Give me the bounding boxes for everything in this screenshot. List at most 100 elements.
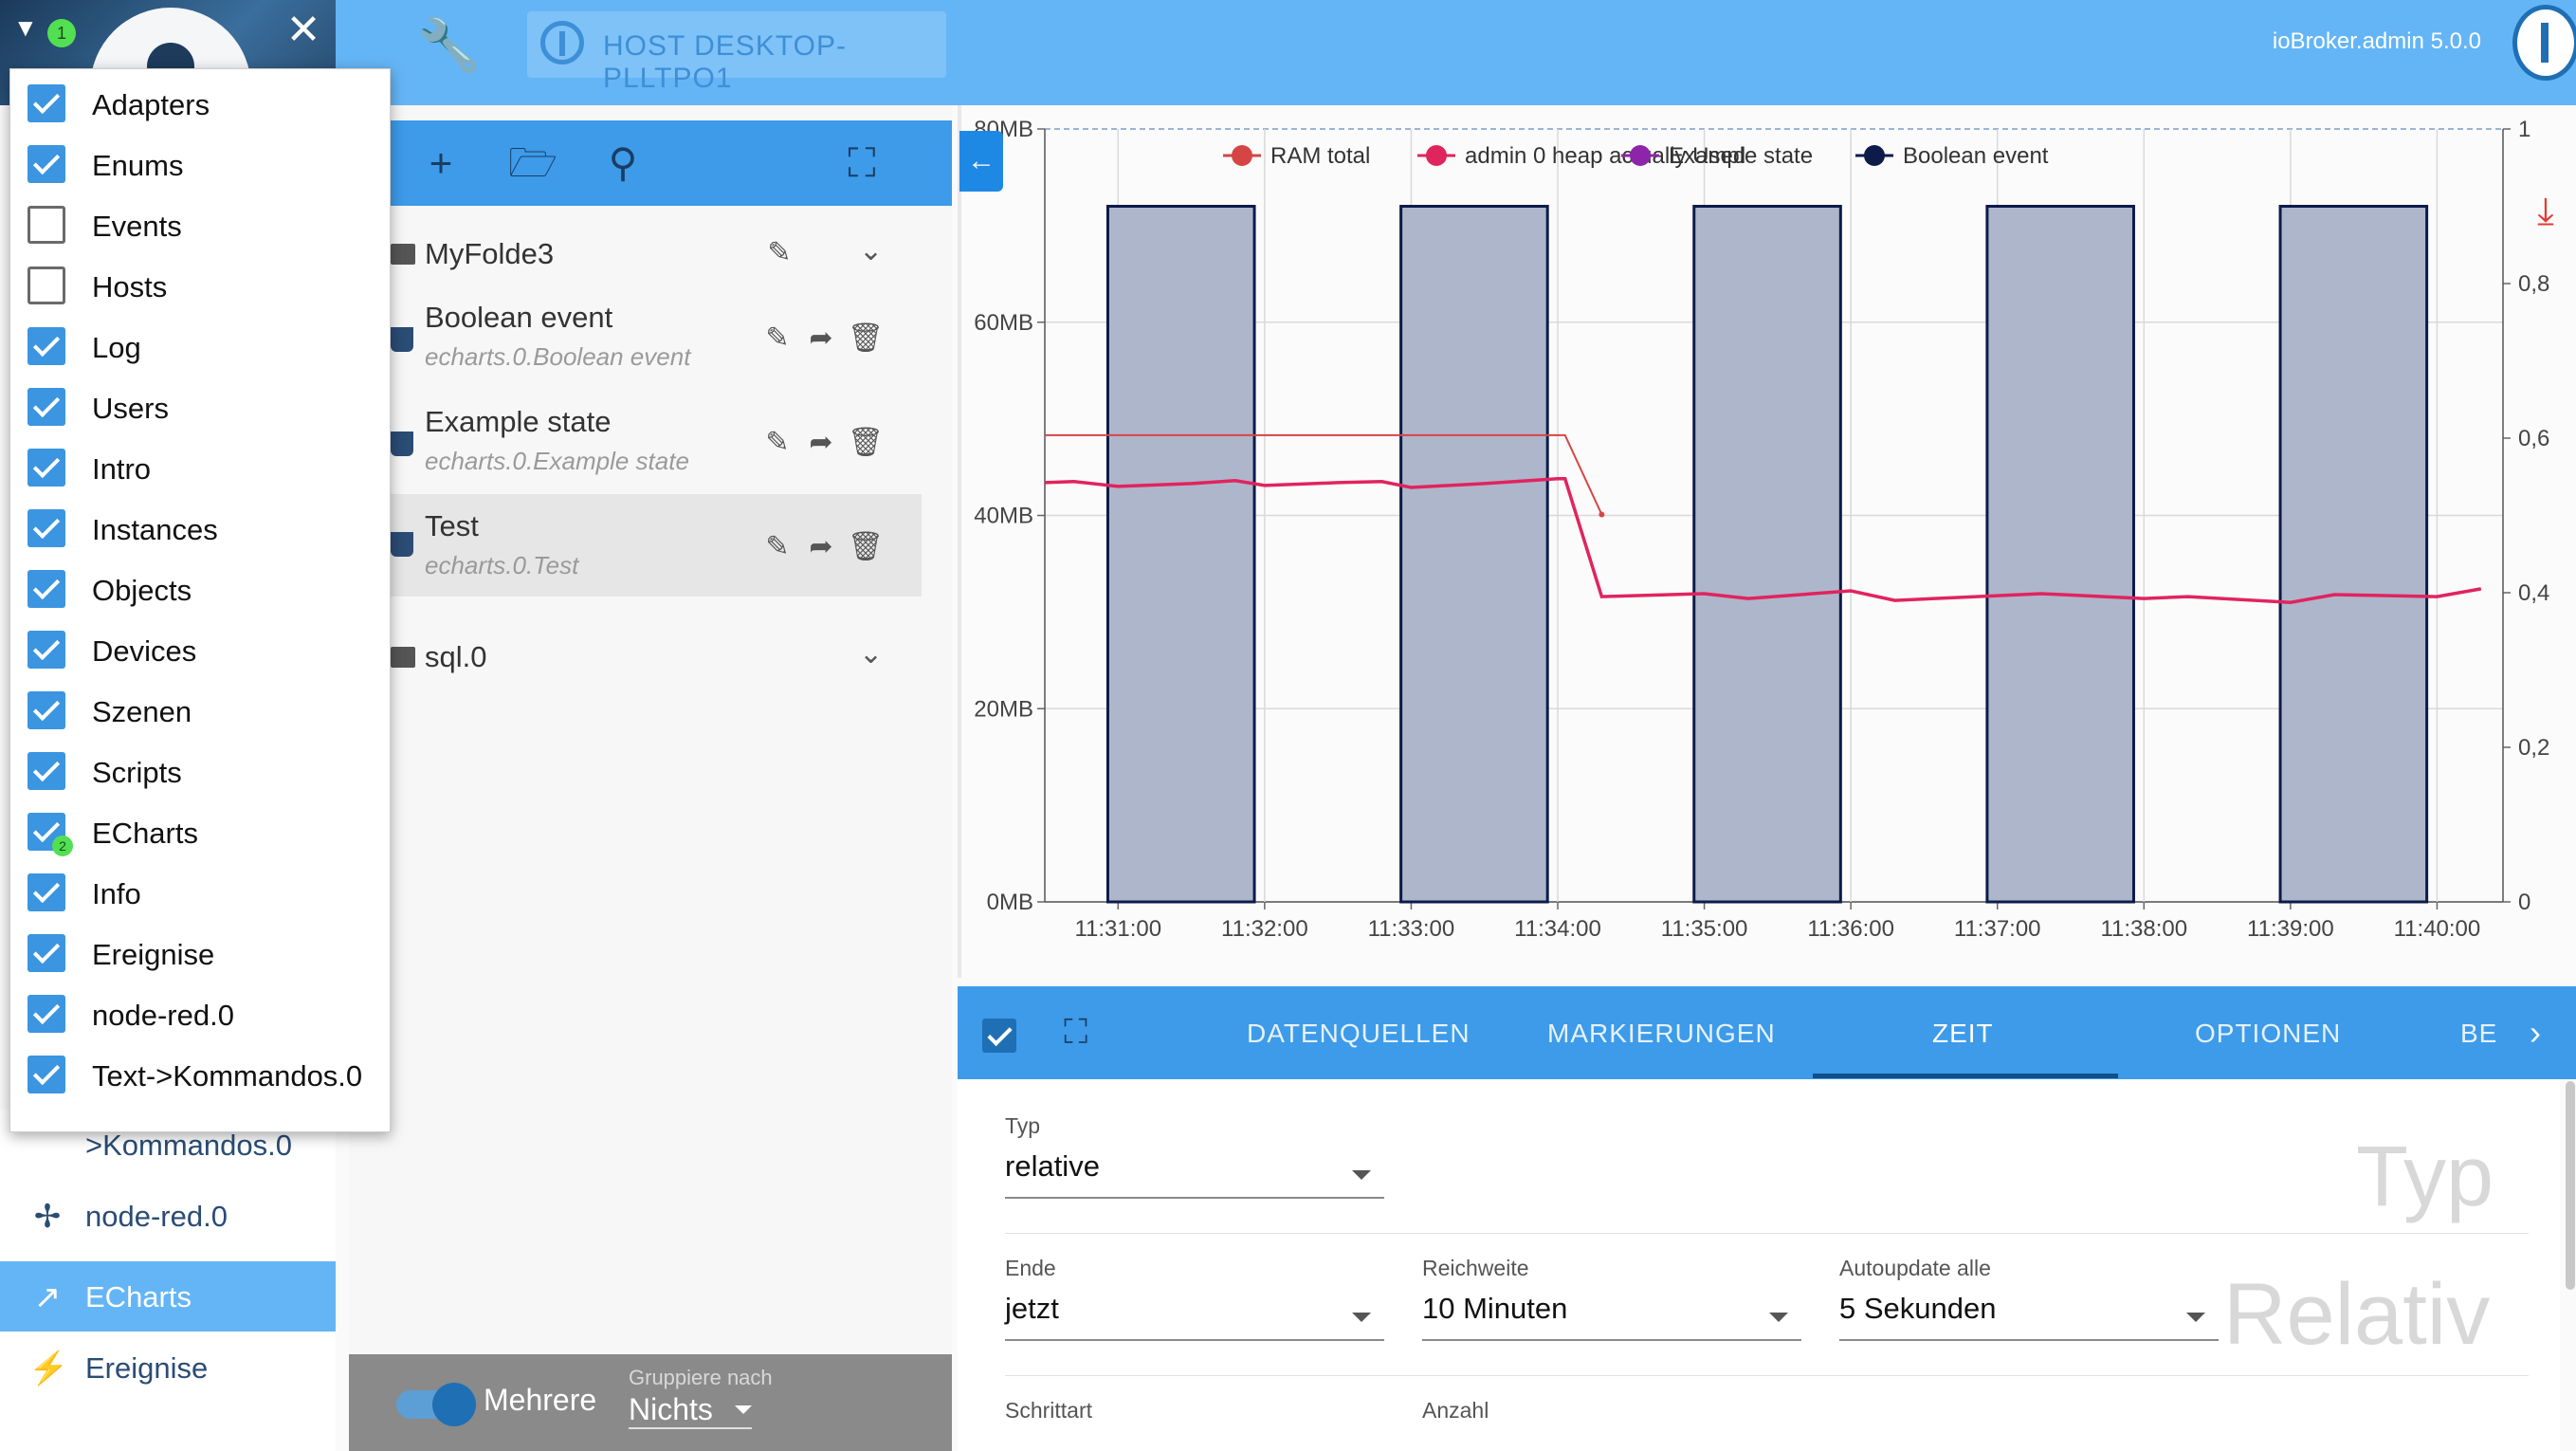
menu-item-checkbox[interactable] <box>27 509 65 547</box>
menu-item-checkbox[interactable] <box>27 206 65 244</box>
tab-be[interactable]: BE <box>2460 1019 2497 1049</box>
typ-value: relative <box>1005 1149 1100 1183</box>
tree-state-row[interactable]: Boolean event echarts.0.Boolean event ✎ … <box>349 289 922 388</box>
edit-icon[interactable]: ✎ <box>762 236 796 270</box>
menu-item-checkbox[interactable] <box>27 266 65 304</box>
tab-zeit[interactable]: ZEIT <box>1932 1019 1994 1049</box>
autoupdate-select[interactable]: 5 Sekunden <box>1839 1292 2219 1341</box>
menu-item[interactable]: Ereignise <box>10 923 390 983</box>
group-by-label: Gruppiere nach <box>629 1366 773 1389</box>
scrollbar[interactable] <box>2566 1081 2575 1290</box>
menu-item[interactable]: Log <box>10 316 390 377</box>
section-ghost-relativ: Relativ <box>2223 1266 2491 1363</box>
menu-item-checkbox[interactable] <box>27 873 65 911</box>
menu-item-checkbox[interactable] <box>27 388 65 426</box>
menu-item-checkbox[interactable] <box>27 1056 65 1093</box>
menu-item-label: Users <box>92 392 169 425</box>
menu-item-checkbox[interactable] <box>27 327 65 365</box>
menu-filter-icon[interactable]: ▼ <box>13 13 42 42</box>
menu-item[interactable]: Intro <box>10 437 390 498</box>
y-left-tick-label: 0MB <box>987 890 1033 915</box>
mehrere-toggle[interactable] <box>432 1383 476 1426</box>
sidebar-item-node-red[interactable]: ✢ node-red.0 <box>0 1181 336 1251</box>
edit-icon[interactable]: ✎ <box>760 426 795 460</box>
menu-item-label: Instances <box>92 513 218 546</box>
chevron-down-icon[interactable]: ⌄ <box>859 234 883 267</box>
tree-state-row-selected[interactable]: Test echarts.0.Test ✎ ➦ 🗑 <box>349 494 922 597</box>
chevron-down-icon[interactable]: ⌄ <box>859 637 883 670</box>
menu-item-checkbox[interactable] <box>27 995 65 1033</box>
chevron-right-icon[interactable]: › <box>2530 1013 2541 1053</box>
menu-item-checkbox[interactable] <box>27 449 65 487</box>
menu-item[interactable]: Enums <box>10 134 390 194</box>
state-id: echarts.0.Test <box>425 551 579 579</box>
legend-marker <box>1232 145 1252 166</box>
move-folder-icon[interactable]: ➦ <box>804 426 838 460</box>
delete-icon[interactable]: 🗑 <box>848 530 884 564</box>
move-folder-icon[interactable]: ➦ <box>804 530 838 564</box>
y-left-tick-label: 40MB <box>974 504 1033 529</box>
sidebar-item-label: node-red.0 <box>85 1200 228 1233</box>
menu-item[interactable]: Instances <box>10 498 390 559</box>
menu-item-checkbox[interactable] <box>27 145 65 183</box>
menu-item[interactable]: Scripts <box>10 741 390 801</box>
legend-label: Boolean event <box>1903 143 2049 169</box>
legend-label: Example state <box>1669 143 1813 169</box>
group-by-select[interactable]: Nichts <box>629 1392 752 1429</box>
sidebar: >Kommandos.0 ✢ node-red.0 ↗ ECharts ⚡ Er… <box>0 1110 336 1451</box>
ende-value: jetzt <box>1005 1292 1059 1325</box>
edit-icon[interactable]: ✎ <box>760 321 795 356</box>
divider <box>1005 1233 2529 1234</box>
menu-item-checkbox[interactable] <box>27 84 65 122</box>
edit-icon[interactable]: ✎ <box>760 530 795 564</box>
tab-markierungen[interactable]: MARKIERUNGEN <box>1547 1019 1776 1049</box>
add-folder-icon[interactable]: 🗁 <box>508 139 557 187</box>
download-icon[interactable]: ⤓ <box>2524 190 2567 233</box>
menu-item-checkbox[interactable] <box>27 691 65 729</box>
fullscreen-icon[interactable]: ⛶ <box>838 139 886 187</box>
folder-icon <box>391 647 415 668</box>
menu-item-checkbox[interactable] <box>27 570 65 608</box>
add-icon[interactable]: + <box>417 139 465 187</box>
menu-item-label: Intro <box>92 452 152 486</box>
ende-select[interactable]: jetzt <box>1005 1292 1384 1341</box>
tree-folder-row[interactable]: MyFolde3 ✎ ⌄ <box>349 223 922 285</box>
menu-item[interactable]: Adapters <box>10 73 390 134</box>
fullscreen-icon[interactable]: ⛶ <box>1064 1013 1102 1051</box>
menu-item[interactable]: Hosts <box>10 255 390 316</box>
tab-datenquellen[interactable]: DATENQUELLEN <box>1247 1019 1471 1049</box>
menu-item-label: Devices <box>92 634 197 668</box>
delete-icon[interactable]: 🗑 <box>848 426 884 460</box>
typ-select[interactable]: relative <box>1005 1149 1384 1199</box>
menu-item-checkbox[interactable] <box>27 934 65 972</box>
menu-item[interactable]: 2 ECharts <box>10 801 390 862</box>
host-selector[interactable]: HOST DESKTOP-PLLTPO1 <box>527 11 946 94</box>
menu-item[interactable]: node-red.0 <box>10 983 390 1044</box>
autosave-checkbox[interactable] <box>982 1019 1016 1053</box>
tree-state-row[interactable]: Example state echarts.0.Example state ✎ … <box>349 394 922 492</box>
menu-item[interactable]: Szenen <box>10 680 390 741</box>
menu-item[interactable]: Info <box>10 862 390 923</box>
move-folder-icon[interactable]: ➦ <box>804 321 838 356</box>
dropdown-arrow-icon <box>735 1405 752 1414</box>
menu-item-checkbox[interactable] <box>27 631 65 669</box>
tab-optionen[interactable]: OPTIONEN <box>2195 1019 2341 1049</box>
collapse-left-icon[interactable]: ← <box>959 131 1003 192</box>
menu-item[interactable]: Events <box>10 194 390 255</box>
close-icon[interactable]: ✕ <box>283 9 324 51</box>
menu-item[interactable]: Devices <box>10 619 390 680</box>
menu-item[interactable]: Objects <box>10 559 390 619</box>
active-tab-indicator <box>1813 1074 2118 1078</box>
delete-icon[interactable]: 🗑 <box>848 321 884 356</box>
menu-item[interactable]: Users <box>10 377 390 437</box>
sidebar-item-echarts[interactable]: ↗ ECharts <box>0 1261 336 1332</box>
tree-folder-row[interactable]: sql.0 ⌄ <box>349 626 922 689</box>
menu-item[interactable]: Text->Kommandos.0 <box>10 1044 390 1105</box>
wrench-icon[interactable]: 🔧 <box>417 17 481 74</box>
reichweite-select[interactable]: 10 Minuten <box>1422 1292 1801 1341</box>
menu-item-checkbox[interactable] <box>27 752 65 790</box>
sidebar-item-ereignise[interactable]: ⚡ Ereignise <box>0 1332 336 1403</box>
search-icon[interactable]: ⚲ <box>599 139 647 187</box>
menu-item-label: Log <box>92 331 141 364</box>
menu-item-label: Info <box>92 877 141 910</box>
